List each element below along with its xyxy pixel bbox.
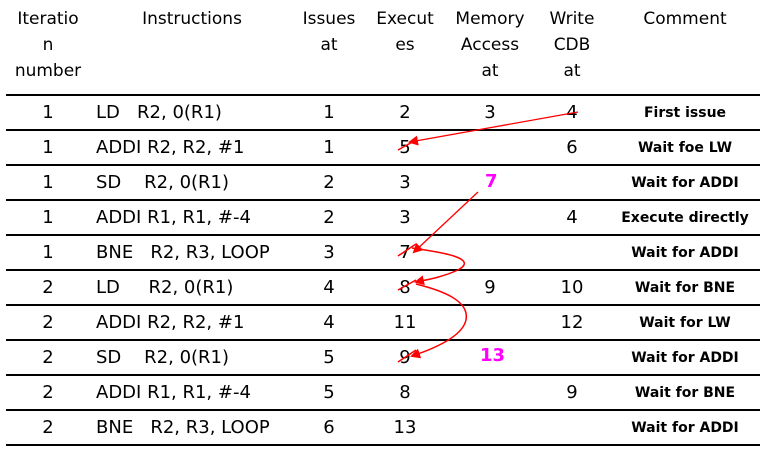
issue-cell: 4 (294, 269, 364, 305)
memory-cell (446, 304, 534, 340)
comment-cell: Wait for ADDI (610, 409, 760, 446)
table-row: 1 ADDI R2, R2, #1 1 5 6 Wait foe LW (6, 129, 760, 165)
iteration-cell: 1 (6, 129, 90, 165)
comment-cell: Wait for BNE (610, 374, 760, 410)
schedule-table: Iteratio n number Instructions Issues at… (6, 6, 760, 446)
iteration-cell: 2 (6, 304, 90, 340)
execute-cell: 13 (364, 409, 446, 446)
iteration-cell: 2 (6, 269, 90, 305)
comment-cell: Wait for ADDI (610, 234, 760, 270)
instruction-cell: LD R2, 0(R1) (90, 94, 294, 130)
instruction-cell: ADDI R2, R2, #1 (90, 304, 294, 340)
issue-cell: 2 (294, 164, 364, 200)
memory-cell (446, 374, 534, 410)
comment-cell: Wait for ADDI (610, 339, 760, 375)
cdb-cell: 10 (534, 269, 610, 305)
header-comment: Comment (643, 9, 727, 29)
issue-cell: 2 (294, 199, 364, 235)
instruction-cell: SD R2, 0(R1) (90, 164, 294, 200)
iteration-cell: 2 (6, 339, 90, 375)
instruction-cell: BNE R2, R3, LOOP (90, 234, 294, 270)
header-instructions: Instructions (142, 9, 242, 29)
cdb-cell: 12 (534, 304, 610, 340)
issue-cell: 6 (294, 409, 364, 446)
comment-cell: Wait for LW (610, 304, 760, 340)
cdb-cell (534, 339, 610, 375)
cdb-cell (534, 234, 610, 270)
issue-cell: 5 (294, 339, 364, 375)
table-row: 1 SD R2, 0(R1) 2 3 Wait for ADDI (6, 164, 760, 200)
comment-cell: Execute directly (610, 199, 760, 235)
comment-cell: First issue (610, 94, 760, 130)
issue-cell: 1 (294, 129, 364, 165)
execute-cell: 9 (364, 339, 446, 375)
issue-cell: 3 (294, 234, 364, 270)
iteration-cell: 2 (6, 409, 90, 446)
table-row: 2 LD R2, 0(R1) 4 8 9 10 Wait for BNE (6, 269, 760, 305)
memory-cell (446, 129, 534, 165)
iteration-cell: 1 (6, 199, 90, 235)
table-row: 1 BNE R2, R3, LOOP 3 7 Wait for ADDI (6, 234, 760, 270)
issue-cell: 5 (294, 374, 364, 410)
cdb-cell: 6 (534, 129, 610, 165)
iteration-cell: 1 (6, 234, 90, 270)
header-iteration: Iteratio n number (14, 9, 82, 81)
execute-cell: 2 (364, 94, 446, 130)
execute-cell: 5 (364, 129, 446, 165)
table-row: 2 ADDI R2, R2, #1 4 11 12 Wait for LW (6, 304, 760, 340)
execute-cell: 11 (364, 304, 446, 340)
cdb-cell: 9 (534, 374, 610, 410)
iteration-cell: 2 (6, 374, 90, 410)
comment-cell: Wait for BNE (610, 269, 760, 305)
pipeline-schedule-slide: Iteratio n number Instructions Issues at… (0, 0, 766, 455)
execute-cell: 3 (364, 199, 446, 235)
issue-cell: 1 (294, 94, 364, 130)
header-issues-at: Issues at (302, 9, 356, 55)
header-row: Iteratio n number Instructions Issues at… (6, 6, 760, 95)
instruction-cell: BNE R2, R3, LOOP (90, 409, 294, 446)
memory-cell (446, 199, 534, 235)
annotation-thirteen: 13 (480, 345, 506, 366)
cdb-cell (534, 409, 610, 446)
memory-cell: 9 (446, 269, 534, 305)
issue-cell: 4 (294, 304, 364, 340)
table-row: 2 ADDI R1, R1, #-4 5 8 9 Wait for BNE (6, 374, 760, 410)
table-row: 1 ADDI R1, R1, #-4 2 3 4 Execute directl… (6, 199, 760, 235)
cdb-cell: 4 (534, 199, 610, 235)
memory-cell: 3 (446, 94, 534, 130)
instruction-cell: ADDI R1, R1, #-4 (90, 199, 294, 235)
execute-cell: 8 (364, 269, 446, 305)
iteration-cell: 1 (6, 164, 90, 200)
header-memory-access: Memory Access at (455, 9, 525, 81)
instruction-cell: LD R2, 0(R1) (90, 269, 294, 305)
execute-cell: 8 (364, 374, 446, 410)
comment-cell: Wait for ADDI (610, 164, 760, 200)
table-row: 2 SD R2, 0(R1) 5 9 Wait for ADDI (6, 339, 760, 375)
header-executes: Execut es (376, 9, 434, 55)
memory-cell (446, 409, 534, 446)
instruction-cell: SD R2, 0(R1) (90, 339, 294, 375)
table-row: 1 LD R2, 0(R1) 1 2 3 4 First issue (6, 94, 760, 130)
annotation-seven: 7 (485, 171, 498, 192)
table-row: 2 BNE R2, R3, LOOP 6 13 Wait for ADDI (6, 409, 760, 446)
comment-cell: Wait foe LW (610, 129, 760, 165)
cdb-cell: 4 (534, 94, 610, 130)
execute-cell: 7 (364, 234, 446, 270)
header-write-cdb: Write CDB at (549, 9, 595, 81)
memory-cell (446, 234, 534, 270)
execute-cell: 3 (364, 164, 446, 200)
instruction-cell: ADDI R2, R2, #1 (90, 129, 294, 165)
instruction-cell: ADDI R1, R1, #-4 (90, 374, 294, 410)
cdb-cell (534, 164, 610, 200)
iteration-cell: 1 (6, 94, 90, 130)
